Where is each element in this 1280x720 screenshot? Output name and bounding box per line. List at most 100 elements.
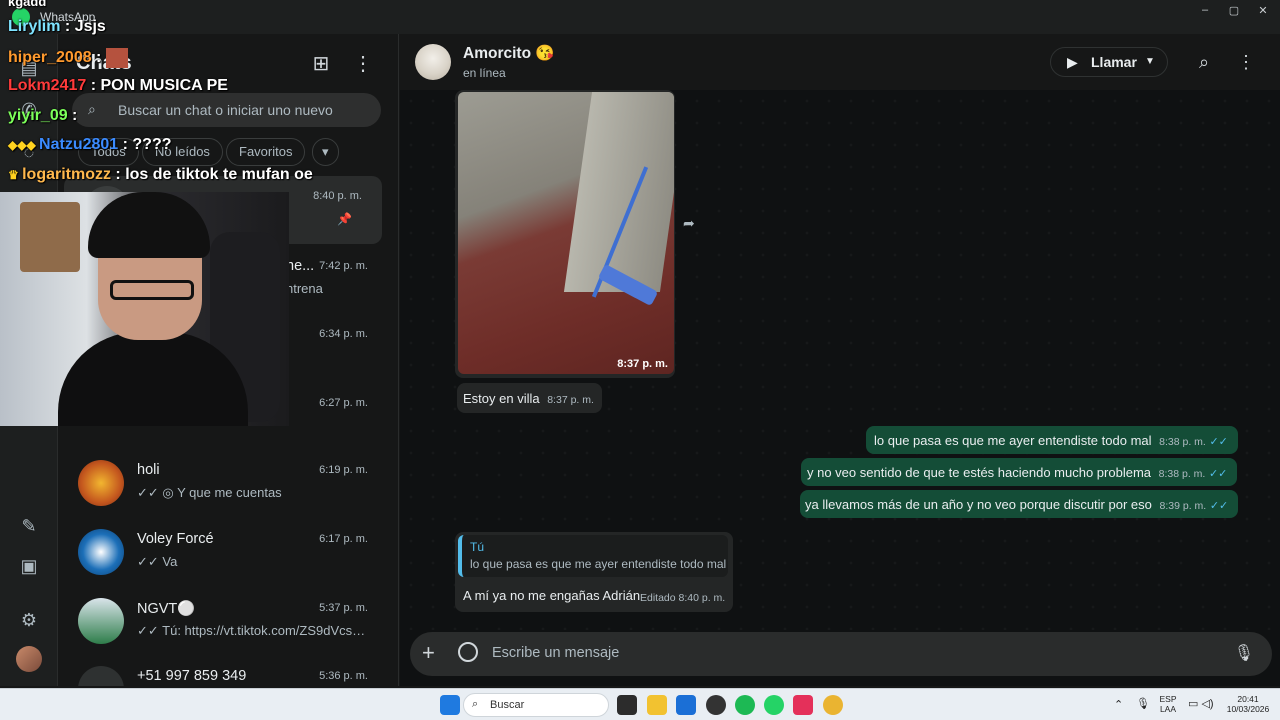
incoming-message[interactable]: Estoy en villa 8:37 p. m. — [457, 383, 602, 413]
new-chat-icon[interactable]: ⊞ — [309, 52, 333, 76]
store-icon[interactable] — [676, 695, 696, 715]
message-time: Editado 8:40 p. m. — [640, 592, 726, 604]
message-input[interactable]: Escribe un mensaje — [492, 645, 619, 661]
chat-avatar — [78, 529, 124, 575]
call-button[interactable]: ▶ Llamar ▼ — [1050, 47, 1168, 77]
chat-avatar — [78, 666, 124, 686]
taskbar-search-label: Buscar — [490, 699, 525, 711]
taskbar-search[interactable]: ⌕ Buscar — [463, 693, 609, 717]
filter-more-chevron-icon[interactable]: ▾ — [312, 138, 339, 166]
clock-time: 20:41 — [1237, 694, 1259, 704]
message-text: ya llevamos más de un año y no veo porqu… — [805, 497, 1152, 512]
file-explorer-icon[interactable] — [647, 695, 667, 715]
maximize-button[interactable]: ▢ — [1221, 4, 1247, 20]
starred-icon[interactable]: ✎ — [17, 514, 41, 538]
chat-avatar — [84, 186, 130, 232]
task-view-icon[interactable] — [617, 695, 637, 715]
filter-favorites[interactable]: Favoritos — [226, 138, 306, 166]
contact-avatar[interactable] — [415, 44, 451, 80]
calls-icon[interactable]: ✆ — [17, 98, 41, 122]
reply-message[interactable]: Tú lo que pasa es que me ayer entendiste… — [455, 532, 733, 612]
contact-name[interactable]: Amorcito 😘 — [463, 44, 555, 63]
lang-bottom: LAA — [1159, 704, 1177, 714]
chat-time: 8:40 p. m. — [313, 190, 362, 202]
minimize-button[interactable]: – — [1192, 4, 1218, 20]
chat-name: +51 997 859 349 — [137, 668, 247, 684]
filter-unread[interactable]: No leídos — [142, 138, 223, 166]
read-tick-icon: ✓✓ — [1208, 468, 1228, 480]
message-time: 8:38 p. m. — [1159, 436, 1206, 448]
chat-list-item[interactable]: holi 6:19 p. m. ✓✓ ◎ Y que me cuentas — [58, 450, 388, 518]
chat-time: 6:19 p. m. — [319, 464, 368, 476]
photo-image[interactable]: 8:37 p. m. — [458, 92, 674, 374]
search-icon[interactable]: ⌕ — [1192, 50, 1216, 74]
start-windows-icon[interactable] — [440, 695, 460, 715]
status-icon[interactable]: ◌ — [17, 140, 41, 164]
chat-name: Voley Forcé — [137, 531, 214, 547]
settings-gear-icon[interactable]: ⚙ — [17, 608, 41, 632]
network-volume-icon[interactable]: ▭ ◁) — [1188, 697, 1214, 710]
clock-date: 10/03/2026 — [1226, 704, 1270, 714]
chat-avatar — [78, 598, 124, 644]
chat-time: 5:37 p. m. — [319, 602, 368, 614]
media-icon[interactable]: ▣ — [17, 554, 41, 578]
chat-list-item[interactable]: 8:40 p. m. rián 📌 — [64, 176, 382, 244]
profile-avatar[interactable] — [16, 646, 42, 672]
quoted-text: lo que pasa es que me ayer entendiste to… — [470, 557, 727, 571]
chat-time: 6:27 p. m. — [319, 397, 368, 409]
emoji-icon[interactable] — [458, 642, 478, 662]
pin-icon: 📌 — [337, 212, 352, 226]
tray-chevron-up-icon[interactable]: ⌃ — [1114, 698, 1123, 711]
chat-avatar — [78, 460, 124, 506]
chat-search-input[interactable]: ⌕ Buscar un chat o iniciar uno nuevo — [72, 93, 381, 127]
tiktok-icon[interactable] — [793, 695, 813, 715]
attach-plus-icon[interactable]: + — [422, 640, 435, 666]
microphone-icon[interactable]: 🎙 — [1234, 643, 1254, 663]
chrome-icon[interactable] — [823, 695, 843, 715]
quoted-author: Tú — [470, 540, 485, 554]
clock[interactable]: 20:41 10/03/2026 — [1222, 694, 1274, 714]
call-label: Llamar — [1091, 54, 1137, 70]
conversation-panel: Amorcito 😘 en línea ▶ Llamar ▼ ⌕ ⋮ 8:37 … — [400, 34, 1280, 686]
chat-preview: ✓✓ Tú: https://vt.tiktok.com/ZS9dVcs8... — [137, 623, 367, 638]
whatsapp-taskbar-icon[interactable] — [764, 695, 784, 715]
message-time: 8:38 p. m. — [1158, 468, 1206, 480]
spotify-icon[interactable] — [735, 695, 755, 715]
outgoing-message[interactable]: y no veo sentido de que te estés haciend… — [801, 458, 1238, 486]
chat-list-panel: Chats ⊞ ⋮ ⌕ Buscar un chat o iniciar uno… — [58, 34, 399, 686]
chat-list-item[interactable]: NGVT⚪ 5:37 p. m. ✓✓ Tú: https://vt.tikto… — [58, 588, 388, 656]
language-indicator[interactable]: ESP LAA — [1158, 694, 1178, 714]
chat-list-item[interactable]: 6:27 p. m. — [58, 383, 388, 451]
filter-all[interactable]: Todos — [78, 138, 139, 166]
menu-kebab-icon[interactable]: ⋮ — [1234, 50, 1258, 74]
message-time: 8:39 p. m. — [1159, 500, 1207, 512]
outgoing-message[interactable]: ya llevamos más de un año y no veo porqu… — [800, 490, 1239, 518]
lang-top: ESP — [1159, 694, 1177, 704]
title-bar: WhatsApp – ▢ ✕ — [0, 0, 1280, 34]
video-camera-icon: ▶ — [1067, 54, 1078, 70]
photo-message[interactable]: 8:37 p. m. — [455, 90, 675, 378]
chats-icon[interactable]: ▤ — [17, 56, 41, 80]
menu-kebab-icon[interactable]: ⋮ — [351, 52, 375, 76]
forward-icon[interactable]: ➦ — [683, 215, 695, 232]
chat-list-item[interactable]: ne... 7:42 p. m. ntrena — [58, 246, 388, 314]
outgoing-message[interactable]: lo que pasa es que me ayer entendiste to… — [866, 426, 1238, 454]
chat-time: 5:36 p. m. — [319, 670, 368, 682]
tray-mic-icon[interactable]: 🎙 — [1136, 697, 1150, 710]
chat-name: ne... — [286, 258, 315, 274]
obs-icon[interactable] — [706, 695, 726, 715]
chat-list-item[interactable]: 6:34 p. m. — [58, 314, 388, 382]
close-button[interactable]: ✕ — [1250, 4, 1276, 20]
search-placeholder: Buscar un chat o iniciar uno nuevo — [118, 102, 333, 118]
search-icon: ⌕ — [472, 698, 479, 710]
chat-list-item[interactable]: +51 997 859 349 5:36 p. m. — [58, 656, 388, 686]
message-text: Estoy en villa — [463, 391, 540, 406]
nav-rail: ▤ ✆ ◌ ✎ ▣ ⚙ — [0, 34, 58, 686]
read-tick-icon: ✓✓ — [1209, 436, 1228, 448]
whatsapp-logo-icon — [12, 8, 30, 26]
chat-preview: ✓✓ Va — [137, 554, 178, 569]
quoted-message[interactable]: Tú lo que pasa es que me ayer entendiste… — [458, 535, 728, 577]
chat-name: holi — [137, 462, 160, 478]
chat-list-item[interactable]: Voley Forcé 6:17 p. m. ✓✓ Va — [58, 519, 388, 587]
message-text: A mí ya no me engañas Adrián — [463, 588, 641, 603]
